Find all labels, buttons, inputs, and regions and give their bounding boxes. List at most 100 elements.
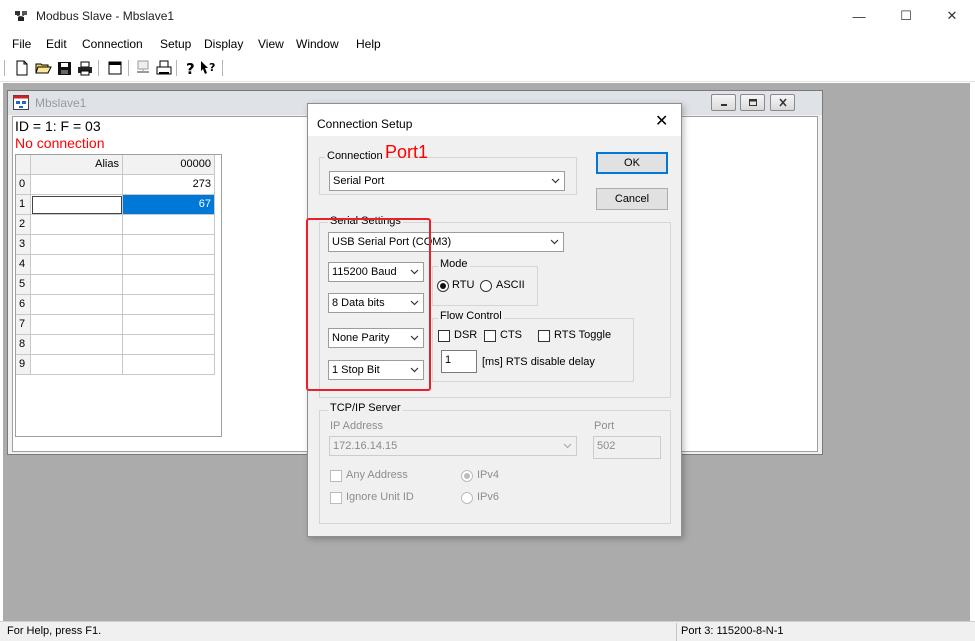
row-index-cell: 1 bbox=[16, 195, 31, 215]
ipv4-label: IPv4 bbox=[477, 469, 500, 481]
cancel-button[interactable]: Cancel bbox=[596, 188, 668, 210]
alias-cell[interactable] bbox=[31, 315, 123, 335]
chevron-down-icon bbox=[545, 233, 563, 251]
value-cell[interactable]: 273 bbox=[123, 175, 215, 195]
row-index-cell: 6 bbox=[16, 295, 31, 315]
value-cell[interactable] bbox=[123, 255, 215, 275]
dialog-title: Connection Setup bbox=[317, 117, 413, 131]
mode-rtu-radio[interactable] bbox=[437, 280, 449, 292]
title-bar: Modbus Slave - Mbslave1 — ☐ ✕ bbox=[0, 0, 975, 32]
dsr-checkbox[interactable] bbox=[438, 330, 450, 342]
ipv6-label: IPv6 bbox=[477, 491, 500, 503]
context-help-button[interactable]: ? bbox=[200, 59, 218, 77]
connection-type-value: Serial Port bbox=[333, 175, 385, 187]
alias-cell[interactable] bbox=[31, 215, 123, 235]
menu-view[interactable]: View bbox=[258, 37, 284, 51]
value-cell[interactable]: 67 bbox=[123, 195, 215, 215]
context-help-icon: ? bbox=[201, 61, 215, 74]
value-cell[interactable] bbox=[123, 355, 215, 375]
rts-delay-label: [ms] RTS disable delay bbox=[482, 356, 595, 368]
printer-setup-button[interactable] bbox=[155, 59, 173, 77]
menu-setup[interactable]: Setup bbox=[160, 37, 191, 51]
value-cell[interactable] bbox=[123, 295, 215, 315]
row-index-cell: 4 bbox=[16, 255, 31, 275]
child-title: Mbslave1 bbox=[35, 96, 87, 110]
open-button[interactable] bbox=[34, 59, 52, 77]
value-cell[interactable] bbox=[123, 215, 215, 235]
value-cell[interactable] bbox=[123, 275, 215, 295]
column-header-alias[interactable]: Alias bbox=[31, 155, 123, 175]
tcp-ip-label: TCP/IP Server bbox=[328, 402, 403, 414]
maximize-button[interactable]: ☐ bbox=[883, 0, 929, 32]
ipv6-radio[interactable] bbox=[461, 492, 473, 504]
menu-edit[interactable]: Edit bbox=[46, 37, 67, 51]
dialog-close-button[interactable]: ✕ bbox=[655, 111, 668, 131]
connection-status: No connection bbox=[15, 135, 105, 151]
mode-ascii-radio[interactable] bbox=[480, 280, 492, 292]
any-address-checkbox[interactable] bbox=[330, 470, 342, 482]
alias-cell[interactable] bbox=[31, 355, 123, 375]
ip-address-select[interactable]: 172.16.14.15 bbox=[329, 436, 577, 456]
menu-display[interactable]: Display bbox=[204, 37, 243, 51]
dsr-label: DSR bbox=[454, 329, 478, 341]
ipv4-radio[interactable] bbox=[461, 470, 473, 482]
value-cell[interactable] bbox=[123, 235, 215, 255]
window-button[interactable] bbox=[106, 59, 124, 77]
menu-window[interactable]: Window bbox=[296, 37, 339, 51]
connect-icon bbox=[137, 60, 149, 73]
alias-cell[interactable] bbox=[31, 175, 123, 195]
maximize-icon: ☐ bbox=[900, 8, 912, 23]
save-button[interactable] bbox=[55, 59, 73, 77]
column-header-address[interactable]: 00000 bbox=[123, 155, 215, 175]
ignore-unit-id-checkbox[interactable] bbox=[330, 492, 342, 504]
connection-type-select[interactable]: Serial Port bbox=[329, 171, 565, 191]
value-cell[interactable] bbox=[123, 315, 215, 335]
child-minimize-button[interactable] bbox=[711, 94, 736, 111]
ip-address-label: IP Address bbox=[330, 420, 383, 432]
modbus-app-icon bbox=[15, 11, 27, 21]
alias-cell[interactable] bbox=[31, 195, 123, 215]
alias-cell[interactable] bbox=[31, 275, 123, 295]
row-index-cell: 8 bbox=[16, 335, 31, 355]
ip-address-value: 172.16.14.15 bbox=[333, 440, 398, 452]
close-icon: ✕ bbox=[946, 8, 958, 23]
port-input[interactable]: 502 bbox=[593, 436, 661, 459]
rts-toggle-checkbox[interactable] bbox=[538, 330, 550, 342]
cts-label: CTS bbox=[500, 329, 522, 341]
row-index-cell: 9 bbox=[16, 355, 31, 375]
toolbar: ? ? bbox=[0, 55, 975, 82]
alias-cell[interactable] bbox=[31, 335, 123, 355]
menu-connection[interactable]: Connection bbox=[82, 37, 143, 51]
minimize-button[interactable]: — bbox=[836, 0, 882, 32]
cts-checkbox[interactable] bbox=[484, 330, 496, 342]
menu-help[interactable]: Help bbox=[356, 37, 381, 51]
menu-file[interactable]: File bbox=[12, 37, 31, 51]
save-disk-icon bbox=[57, 61, 71, 75]
print-icon bbox=[78, 61, 92, 75]
value-cell[interactable] bbox=[123, 335, 215, 355]
chevron-down-icon bbox=[558, 437, 576, 455]
window-title: Modbus Slave - Mbslave1 bbox=[36, 9, 175, 23]
row-index-cell: 3 bbox=[16, 235, 31, 255]
connect-button[interactable] bbox=[134, 59, 152, 77]
help-button[interactable]: ? bbox=[182, 59, 200, 77]
slave-id-function: ID = 1: F = 03 bbox=[15, 118, 101, 134]
print-button[interactable] bbox=[76, 59, 94, 77]
rts-delay-input[interactable]: 1 bbox=[441, 350, 477, 373]
close-button[interactable]: ✕ bbox=[929, 0, 975, 32]
ok-button[interactable]: OK bbox=[596, 152, 668, 174]
dialog-title-bar: Connection Setup ✕ bbox=[308, 104, 681, 136]
mode-ascii-label: ASCII bbox=[496, 279, 525, 291]
child-close-button[interactable] bbox=[770, 94, 795, 111]
toolbar-grip bbox=[4, 60, 5, 76]
alias-cell[interactable] bbox=[31, 295, 123, 315]
row-index-cell: 0 bbox=[16, 175, 31, 195]
help-icon: ? bbox=[186, 60, 195, 76]
alias-cell[interactable] bbox=[31, 235, 123, 255]
child-restore-button[interactable] bbox=[740, 94, 765, 111]
alias-cell[interactable] bbox=[31, 255, 123, 275]
register-grid[interactable]: Alias 00000 0 273 1 67 2 3 4 5 6 7 8 9 bbox=[15, 154, 222, 437]
modbus-document-icon bbox=[13, 95, 29, 110]
new-document-button[interactable] bbox=[13, 59, 31, 77]
status-help-text: For Help, press F1. bbox=[7, 625, 102, 637]
